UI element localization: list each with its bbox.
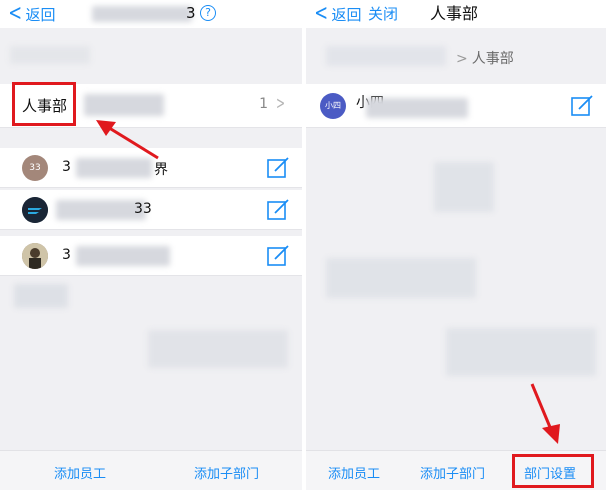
back-button[interactable]: < 返回 <box>6 2 55 26</box>
add-sub-department-button[interactable]: 添加子部门 <box>194 463 259 482</box>
title-suffix: 3 <box>186 4 196 22</box>
arrow-annotation <box>530 383 560 444</box>
nav-bar: < 返回 3 ? <box>0 0 302 28</box>
blurred-area <box>14 284 68 308</box>
blurred-name <box>366 98 468 118</box>
blurred-area <box>446 328 596 376</box>
member-row[interactable]: 小四 小四 <box>306 84 606 128</box>
edit-icon[interactable] <box>266 198 290 222</box>
chevron-right-icon: > <box>275 93 285 114</box>
member-name-suffix: 33 <box>134 201 152 217</box>
member-name: 3 <box>62 247 71 263</box>
arrow-annotation <box>96 120 159 160</box>
blurred-breadcrumb <box>326 46 446 66</box>
edit-icon[interactable] <box>266 244 290 268</box>
member-name-suffix: 界 <box>154 162 168 178</box>
highlight-box <box>512 454 594 488</box>
member-row[interactable]: 33 <box>0 190 302 230</box>
blurred-name <box>56 200 146 220</box>
member-name: 3 <box>62 159 71 175</box>
page-title: 人事部 <box>430 4 479 23</box>
blurred-area <box>434 162 494 212</box>
highlight-box <box>12 82 76 126</box>
avatar: 33 <box>22 155 48 181</box>
right-screen: < 返回 关闭 人事部 >人事部 小四 小四 添加员工 添加子部门 部门设置 <box>306 0 606 490</box>
department-count: 1 <box>259 96 268 112</box>
left-screen: < 返回 3 ? 人事部 1 > 33 3 界 33 3 添加员工 添加子部门 <box>0 0 302 490</box>
help-icon[interactable]: ? <box>200 5 216 21</box>
chevron-left-icon: < <box>8 1 23 26</box>
back-label: 返回 <box>25 5 56 24</box>
avatar <box>22 243 48 269</box>
back-button[interactable]: < 返回 <box>312 2 361 26</box>
breadcrumb: > 人事部 <box>306 28 606 84</box>
edit-icon[interactable] <box>570 94 594 118</box>
blurred-name <box>76 246 170 266</box>
chevron-left-icon: < <box>314 1 329 26</box>
avatar: 小四 <box>320 93 346 119</box>
avatar <box>22 197 48 223</box>
add-sub-department-button[interactable]: 添加子部门 <box>420 463 485 482</box>
edit-icon[interactable] <box>266 156 290 180</box>
back-label: 返回 <box>331 5 362 24</box>
chevron-right-icon: > <box>456 51 468 67</box>
logo-icon <box>22 197 48 223</box>
bottom-toolbar: 添加员工 添加子部门 <box>0 450 302 490</box>
photo-avatar-icon <box>22 243 48 269</box>
add-employee-button[interactable]: 添加员工 <box>54 463 106 482</box>
breadcrumb <box>0 28 302 84</box>
close-button[interactable]: 关闭 <box>368 2 398 26</box>
blurred-breadcrumb <box>10 46 90 64</box>
blurred-title <box>92 6 192 22</box>
blurred-area <box>326 258 476 298</box>
add-employee-button[interactable]: 添加员工 <box>328 463 380 482</box>
member-row[interactable]: 3 <box>0 236 302 276</box>
breadcrumb-current: > 人事部 <box>456 51 514 67</box>
nav-bar: < 返回 关闭 人事部 <box>306 0 606 28</box>
blurred-area <box>148 330 288 368</box>
